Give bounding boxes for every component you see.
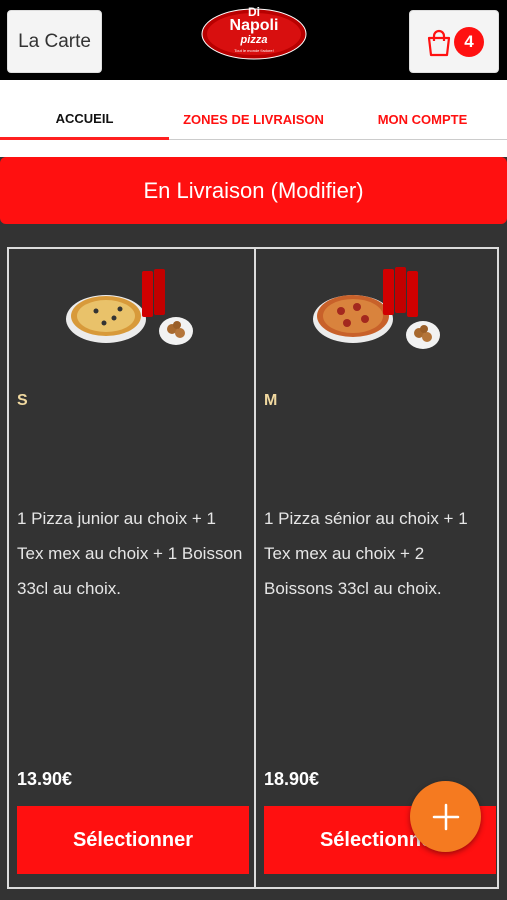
plus-icon (432, 803, 459, 830)
menu-size-label: M (264, 392, 278, 409)
menu-m-image (313, 267, 440, 349)
tab-accueil[interactable]: ACCUEIL (0, 100, 169, 140)
menu-card-s: S 1 Pizza junior au choix + 1 Tex mex au… (9, 249, 254, 887)
select-menu-s-button[interactable]: Sélectionner (17, 806, 249, 874)
nav-tabs: ACCUEIL ZONES DE LIVRAISON MON COMPTE (0, 100, 507, 140)
svg-text:Tout le monde t'adore!: Tout le monde t'adore! (234, 48, 273, 53)
menu-description: 1 Pizza sénior au choix + 1 Tex mex au c… (264, 509, 468, 598)
delivery-mode-button[interactable]: En Livraison (Modifier) (0, 157, 507, 224)
menu-size-label: S (17, 392, 28, 409)
svg-text:Napoli: Napoli (230, 17, 279, 34)
menu-price: 13.90€ (17, 769, 73, 789)
menu-button[interactable]: La Carte (7, 10, 102, 73)
top-bar: La Carte Di Napoli pizza Tout le monde t… (0, 0, 507, 80)
tab-mon-compte[interactable]: MON COMPTE (338, 100, 507, 140)
menu-price: 18.90€ (264, 769, 320, 789)
tab-zones-de-livraison[interactable]: ZONES DE LIVRAISON (169, 100, 338, 140)
svg-text:pizza: pizza (240, 34, 268, 46)
menu-s-image (66, 269, 193, 345)
cart-button[interactable]: 4 (409, 10, 499, 73)
add-fab-button[interactable] (410, 781, 481, 852)
cart-count-badge: 4 (454, 27, 484, 57)
di-napoli-logo[interactable]: Di Napoli pizza Tout le monde t'adore! (199, 4, 309, 60)
shopping-bag-icon (427, 29, 451, 57)
menu-description: 1 Pizza junior au choix + 1 Tex mex au c… (17, 509, 243, 598)
